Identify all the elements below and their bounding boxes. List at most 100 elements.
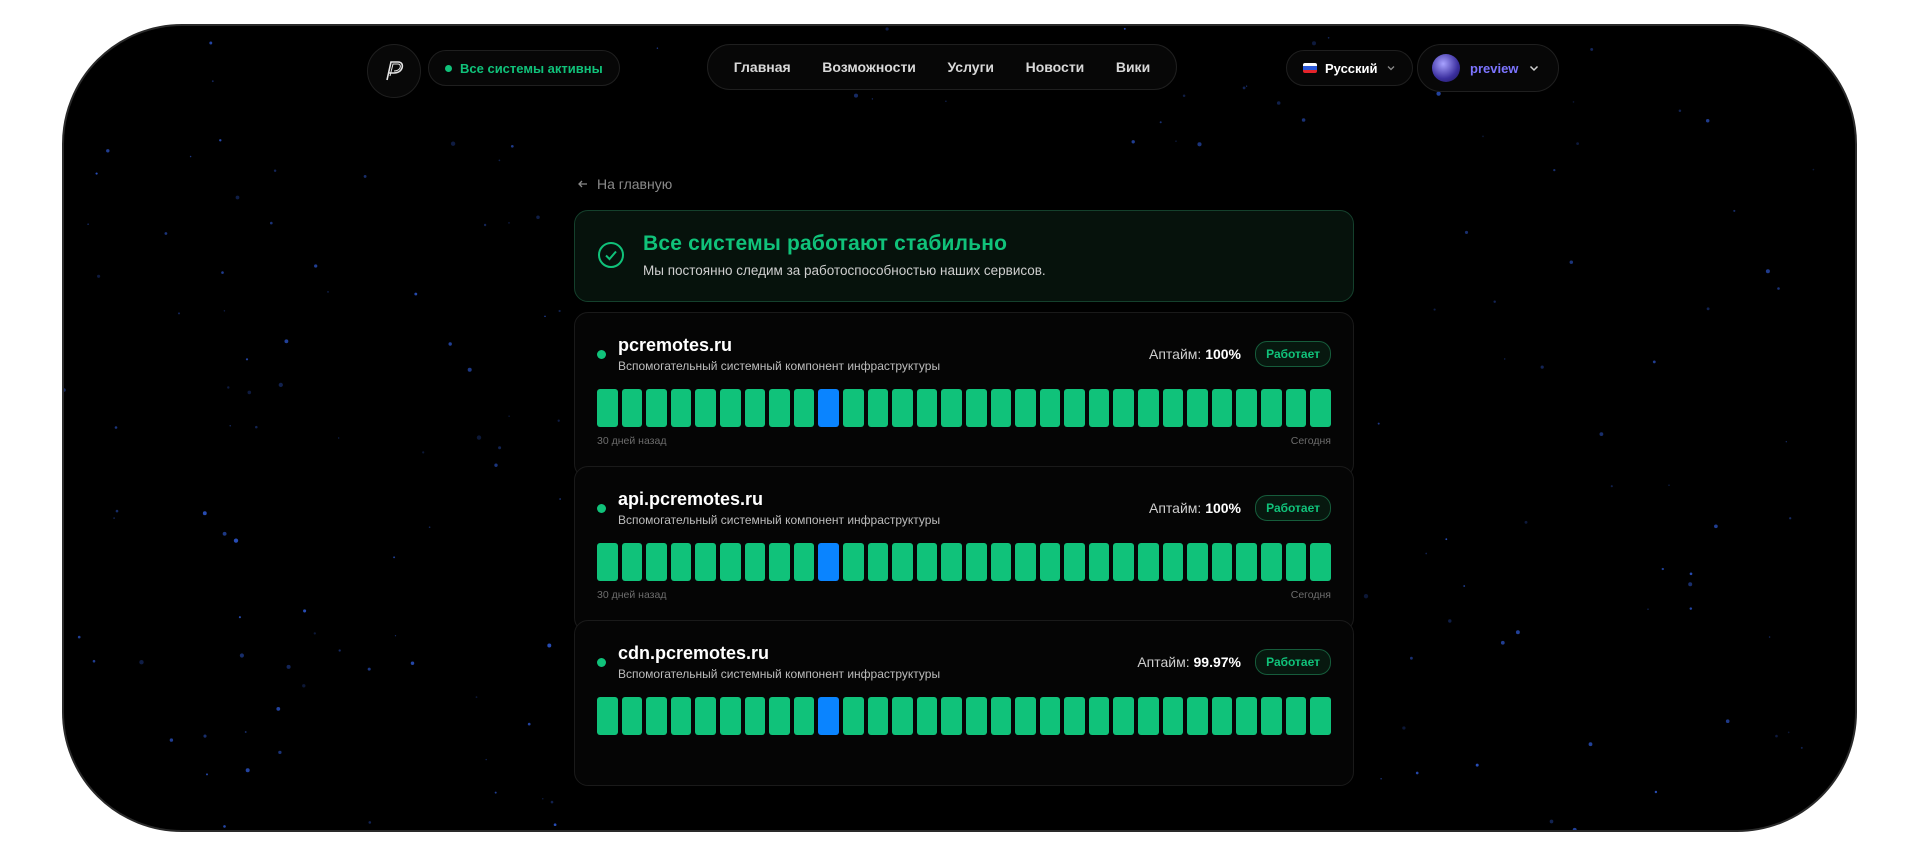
nav-item-wiki[interactable]: Вики	[1116, 59, 1150, 75]
nav-item-home[interactable]: Главная	[734, 59, 791, 75]
uptime-day-bar[interactable]	[793, 389, 815, 427]
uptime-day-bar[interactable]	[793, 543, 815, 581]
uptime-day-bar[interactable]	[1015, 543, 1036, 581]
uptime-day-bar[interactable]	[1138, 543, 1159, 581]
uptime-day-bar[interactable]	[621, 697, 643, 735]
uptime-day-bar[interactable]	[1310, 543, 1331, 581]
uptime-day-bar[interactable]	[719, 697, 741, 735]
uptime-day-bar[interactable]	[1162, 697, 1184, 735]
uptime-day-bar[interactable]	[769, 543, 790, 581]
logo[interactable]	[367, 44, 421, 98]
uptime-day-bar[interactable]	[769, 697, 790, 735]
uptime-day-bar[interactable]	[1187, 697, 1208, 735]
uptime-day-bar[interactable]	[695, 389, 716, 427]
uptime-day-bar[interactable]	[1187, 543, 1208, 581]
uptime-day-bar[interactable]	[744, 697, 766, 735]
uptime-day-bar[interactable]	[1261, 543, 1282, 581]
uptime-day-bar[interactable]	[867, 389, 889, 427]
uptime-day-bar[interactable]	[1236, 389, 1258, 427]
uptime-day-bar[interactable]	[1064, 389, 1085, 427]
uptime-day-bar[interactable]	[842, 389, 864, 427]
uptime-day-bar[interactable]	[916, 389, 938, 427]
uptime-day-bar[interactable]	[695, 697, 716, 735]
uptime-day-bar[interactable]	[1236, 697, 1258, 735]
language-selector[interactable]: Русский	[1286, 50, 1413, 86]
uptime-day-bar[interactable]	[1113, 389, 1135, 427]
uptime-day-bar[interactable]	[1261, 389, 1282, 427]
uptime-day-bar[interactable]	[1310, 389, 1331, 427]
uptime-day-bar[interactable]	[818, 543, 839, 581]
uptime-day-bar[interactable]	[1310, 697, 1331, 735]
uptime-day-bar[interactable]	[1015, 389, 1036, 427]
uptime-day-bar[interactable]	[1113, 543, 1135, 581]
uptime-day-bar[interactable]	[597, 697, 618, 735]
uptime-day-bar[interactable]	[1113, 697, 1135, 735]
uptime-day-bar[interactable]	[990, 543, 1012, 581]
uptime-day-bar[interactable]	[1039, 697, 1061, 735]
uptime-day-bar[interactable]	[1088, 389, 1110, 427]
uptime-day-bar[interactable]	[793, 697, 815, 735]
uptime-day-bar[interactable]	[744, 389, 766, 427]
uptime-day-bar[interactable]	[621, 543, 643, 581]
uptime-day-bar[interactable]	[916, 697, 938, 735]
uptime-day-bar[interactable]	[769, 389, 790, 427]
uptime-day-bar[interactable]	[1039, 389, 1061, 427]
uptime-day-bar[interactable]	[621, 389, 643, 427]
uptime-day-bar[interactable]	[670, 543, 692, 581]
nav-item-services[interactable]: Услуги	[947, 59, 994, 75]
uptime-day-bar[interactable]	[867, 543, 889, 581]
uptime-day-bar[interactable]	[670, 389, 692, 427]
uptime-day-bar[interactable]	[941, 543, 962, 581]
uptime-day-bar[interactable]	[1236, 543, 1258, 581]
system-status-pill[interactable]: Все системы активны	[428, 50, 620, 86]
uptime-day-bar[interactable]	[597, 389, 618, 427]
uptime-day-bar[interactable]	[719, 543, 741, 581]
uptime-day-bar[interactable]	[646, 543, 667, 581]
uptime-day-bar[interactable]	[1015, 697, 1036, 735]
uptime-day-bar[interactable]	[646, 389, 667, 427]
uptime-day-bar[interactable]	[1088, 697, 1110, 735]
uptime-day-bar[interactable]	[818, 697, 839, 735]
uptime-day-bar[interactable]	[1261, 697, 1282, 735]
uptime-day-bar[interactable]	[965, 389, 987, 427]
user-menu[interactable]: preview	[1417, 44, 1560, 92]
uptime-day-bar[interactable]	[965, 543, 987, 581]
uptime-day-bar[interactable]	[867, 697, 889, 735]
uptime-day-bar[interactable]	[1285, 697, 1307, 735]
uptime-day-bar[interactable]	[719, 389, 741, 427]
uptime-day-bar[interactable]	[646, 697, 667, 735]
uptime-day-bar[interactable]	[990, 389, 1012, 427]
uptime-day-bar[interactable]	[941, 697, 962, 735]
back-link[interactable]: На главную	[577, 176, 672, 192]
uptime-day-bar[interactable]	[818, 389, 839, 427]
uptime-day-bar[interactable]	[1064, 697, 1085, 735]
uptime-day-bar[interactable]	[965, 697, 987, 735]
uptime-day-bar[interactable]	[1138, 697, 1159, 735]
uptime-day-bar[interactable]	[990, 697, 1012, 735]
uptime-day-bar[interactable]	[597, 543, 618, 581]
uptime-day-bar[interactable]	[941, 389, 962, 427]
uptime-day-bar[interactable]	[744, 543, 766, 581]
uptime-day-bar[interactable]	[916, 543, 938, 581]
uptime-day-bar[interactable]	[670, 697, 692, 735]
uptime-day-bar[interactable]	[842, 697, 864, 735]
uptime-day-bar[interactable]	[1211, 543, 1233, 581]
uptime-day-bar[interactable]	[892, 389, 913, 427]
uptime-day-bar[interactable]	[1039, 543, 1061, 581]
uptime-day-bar[interactable]	[1088, 543, 1110, 581]
uptime-day-bar[interactable]	[1285, 543, 1307, 581]
nav-item-features[interactable]: Возможности	[822, 59, 916, 75]
uptime-day-bar[interactable]	[892, 543, 913, 581]
uptime-day-bar[interactable]	[1211, 389, 1233, 427]
uptime-day-bar[interactable]	[1211, 697, 1233, 735]
uptime-day-bar[interactable]	[892, 697, 913, 735]
uptime-day-bar[interactable]	[1138, 389, 1159, 427]
uptime-day-bar[interactable]	[1187, 389, 1208, 427]
uptime-day-bar[interactable]	[1285, 389, 1307, 427]
uptime-day-bar[interactable]	[1064, 543, 1085, 581]
uptime-day-bar[interactable]	[842, 543, 864, 581]
uptime-day-bar[interactable]	[1162, 389, 1184, 427]
uptime-day-bar[interactable]	[695, 543, 716, 581]
uptime-day-bar[interactable]	[1162, 543, 1184, 581]
nav-item-news[interactable]: Новости	[1026, 59, 1085, 75]
